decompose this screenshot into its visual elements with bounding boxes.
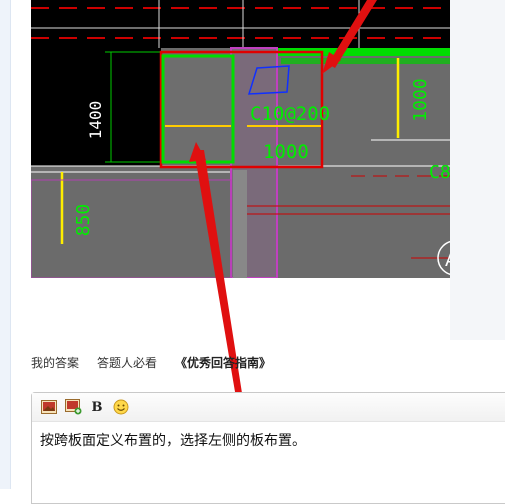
my-answer-link[interactable]: 我的答案 [31, 354, 79, 371]
cad-green-slab [161, 54, 235, 164]
cad-drawing-svg: 1400 C10@200 1000 1000 C8 850 A [31, 0, 450, 278]
editor-toolbar: B [32, 393, 505, 422]
cad-axis-label: A [445, 250, 450, 271]
cad-rebar-label: C10@200 [250, 103, 330, 125]
page-left-border [0, 0, 11, 489]
cad-drawing-image: 1400 C10@200 1000 1000 C8 850 A [31, 0, 450, 278]
cad-width-label: 1000 [263, 141, 309, 163]
cad-right-dim: 1000 [410, 78, 431, 121]
cad-green-bar [281, 58, 450, 64]
cad-dim-vertical: 1400 [86, 101, 105, 140]
answer-guide-link[interactable]: 《优秀回答指南》 [175, 354, 271, 371]
smiley-icon[interactable] [112, 398, 130, 416]
answer-editor: B 按跨板面定义布置的，选择左侧的板布置。 [31, 392, 505, 504]
cad-column-inner [233, 170, 247, 278]
must-read-link[interactable]: 答题人必看 [97, 354, 157, 371]
page-right-gutter [450, 0, 505, 340]
cad-lower-dim: 850 [73, 204, 94, 237]
editor-content[interactable]: 按跨板面定义布置的，选择左侧的板布置。 [32, 422, 505, 460]
bold-button[interactable]: B [88, 398, 106, 416]
image-insert-icon[interactable] [64, 398, 82, 416]
cad-edge-label: C8 [429, 162, 450, 183]
answer-nav: 我的答案 答题人必看 《优秀回答指南》 [31, 352, 271, 372]
image-icon[interactable] [40, 398, 58, 416]
